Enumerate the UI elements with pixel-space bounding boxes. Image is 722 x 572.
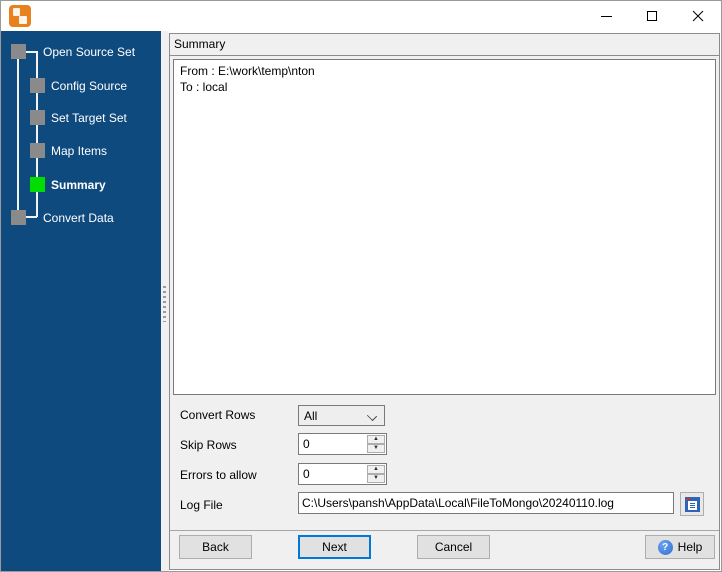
splitter-handle[interactable]: [161, 31, 169, 571]
summary-line-to: To : local: [180, 80, 228, 94]
step-map-items: Map Items: [1, 143, 161, 158]
convert-rows-select[interactable]: All: [298, 405, 385, 426]
step-label: Open Source Set: [43, 45, 136, 59]
step-indicator-square: [11, 44, 26, 59]
errors-spin-buttons: ▲ ▼: [367, 465, 385, 483]
spin-up-icon[interactable]: ▲: [367, 435, 385, 444]
step-indicator-square: [30, 143, 45, 158]
next-button[interactable]: Next: [298, 535, 371, 559]
back-button[interactable]: Back: [179, 535, 252, 559]
summary-textarea[interactable]: From : E:\work\temp\nton To : local: [173, 59, 716, 395]
step-open-source-set: Open Source Set: [1, 44, 161, 59]
chevron-down-icon: [366, 410, 378, 422]
skip-rows-spin-buttons: ▲ ▼: [367, 435, 385, 453]
step-label: Summary: [51, 178, 106, 192]
step-indicator-square: [30, 110, 45, 125]
splitter-grip-icon: [163, 286, 166, 322]
log-file-browse-button[interactable]: [680, 492, 704, 516]
minimize-button[interactable]: [583, 1, 629, 31]
step-label: Convert Data: [43, 211, 114, 225]
step-label: Config Source: [51, 79, 128, 93]
help-button-label: Help: [677, 540, 703, 554]
app-window: Open Source Set Config Source Set Target…: [0, 0, 722, 572]
open-file-icon: [684, 496, 700, 512]
spin-down-icon[interactable]: ▼: [367, 474, 385, 483]
close-icon: [692, 10, 704, 22]
file-glyph-icon: [13, 8, 20, 16]
step-convert-data: Convert Data: [1, 210, 161, 225]
app-icon: [9, 5, 31, 27]
mongo-glyph-icon: [19, 16, 27, 24]
log-file-label: Log File: [180, 498, 223, 512]
button-bar-separator: [170, 530, 719, 531]
maximize-icon: [647, 11, 657, 21]
summary-panel: Summary From : E:\work\temp\nton To : lo…: [169, 33, 720, 570]
step-set-target-set: Set Target Set: [1, 110, 161, 125]
window-body: Open Source Set Config Source Set Target…: [1, 31, 721, 571]
skip-rows-stepper: ▲ ▼: [298, 433, 387, 455]
step-indicator-square: [30, 78, 45, 93]
title-bar[interactable]: [1, 1, 721, 31]
convert-rows-value: All: [304, 408, 318, 423]
maximize-button[interactable]: [629, 1, 675, 31]
skip-rows-input[interactable]: [299, 434, 369, 454]
log-file-input[interactable]: [298, 492, 674, 514]
errors-to-allow-label: Errors to allow: [180, 468, 257, 482]
step-config-source: Config Source: [1, 78, 161, 93]
panel-caption: Summary: [170, 34, 719, 56]
help-button[interactable]: ? Help: [645, 535, 715, 559]
errors-to-allow-input[interactable]: [299, 464, 369, 484]
errors-to-allow-stepper: ▲ ▼: [298, 463, 387, 485]
step-summary: Summary: [1, 177, 161, 192]
skip-rows-label: Skip Rows: [180, 438, 237, 452]
cancel-button[interactable]: Cancel: [417, 535, 490, 559]
close-button[interactable]: [675, 1, 721, 31]
open-file-icon-accent: [685, 497, 690, 500]
help-question-icon: ?: [657, 539, 673, 555]
minimize-icon: [600, 15, 612, 17]
wizard-sidebar: Open Source Set Config Source Set Target…: [1, 31, 161, 571]
spin-up-icon[interactable]: ▲: [367, 465, 385, 474]
step-label: Map Items: [51, 144, 108, 158]
summary-line-from: From : E:\work\temp\nton: [180, 64, 315, 78]
spin-down-icon[interactable]: ▼: [367, 444, 385, 453]
open-file-icon-lines: [689, 502, 695, 508]
step-indicator-square-active: [30, 177, 45, 192]
tree-connector-middle: [36, 51, 38, 217]
convert-rows-label: Convert Rows: [180, 408, 256, 422]
step-indicator-square: [11, 210, 26, 225]
step-label: Set Target Set: [51, 111, 127, 125]
